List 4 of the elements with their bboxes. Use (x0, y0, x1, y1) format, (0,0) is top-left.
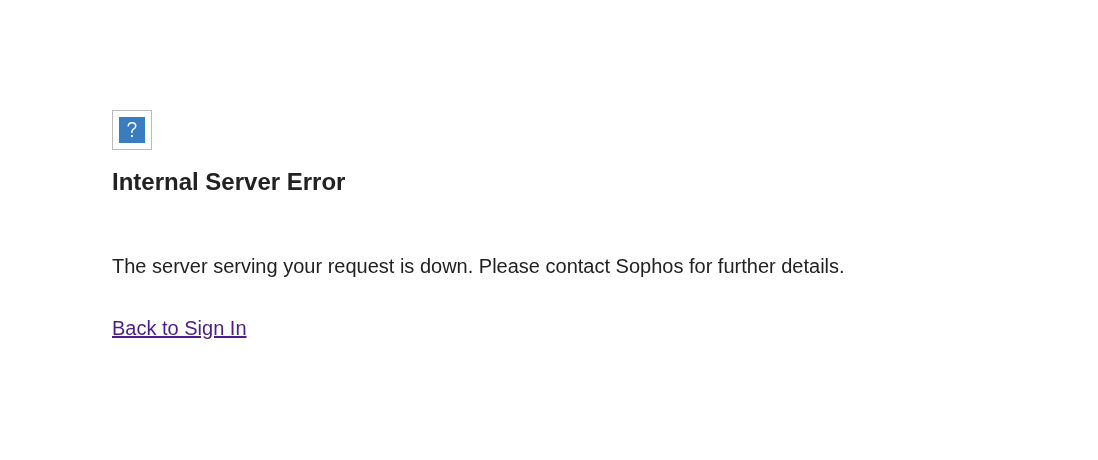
question-icon (112, 110, 152, 150)
page-heading: Internal Server Error (112, 168, 346, 196)
back-to-sign-in-link[interactable]: Back to Sign In (112, 316, 247, 340)
error-message: The server serving your request is down. Please contact Sophos for further details. (112, 254, 845, 278)
